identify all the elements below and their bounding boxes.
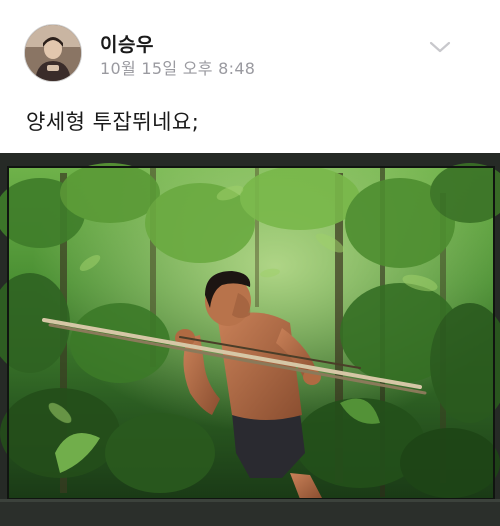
- post-photo[interactable]: [0, 153, 500, 526]
- chevron-down-icon[interactable]: [428, 38, 452, 56]
- post-text: 양세형 투잡뛰네요;: [26, 110, 200, 134]
- post-timestamp[interactable]: 10월 15일 오후 8:48: [100, 55, 255, 79]
- author-name[interactable]: 이승우: [100, 30, 154, 57]
- post-header: 이승우 10월 15일 오후 8:48: [0, 0, 500, 92]
- avatar[interactable]: [24, 24, 82, 82]
- jungle-hunter-photo: [0, 153, 500, 526]
- post-card: 이승우 10월 15일 오후 8:48 양세형 투잡뛰네요;: [0, 0, 500, 526]
- avatar-image: [25, 25, 81, 81]
